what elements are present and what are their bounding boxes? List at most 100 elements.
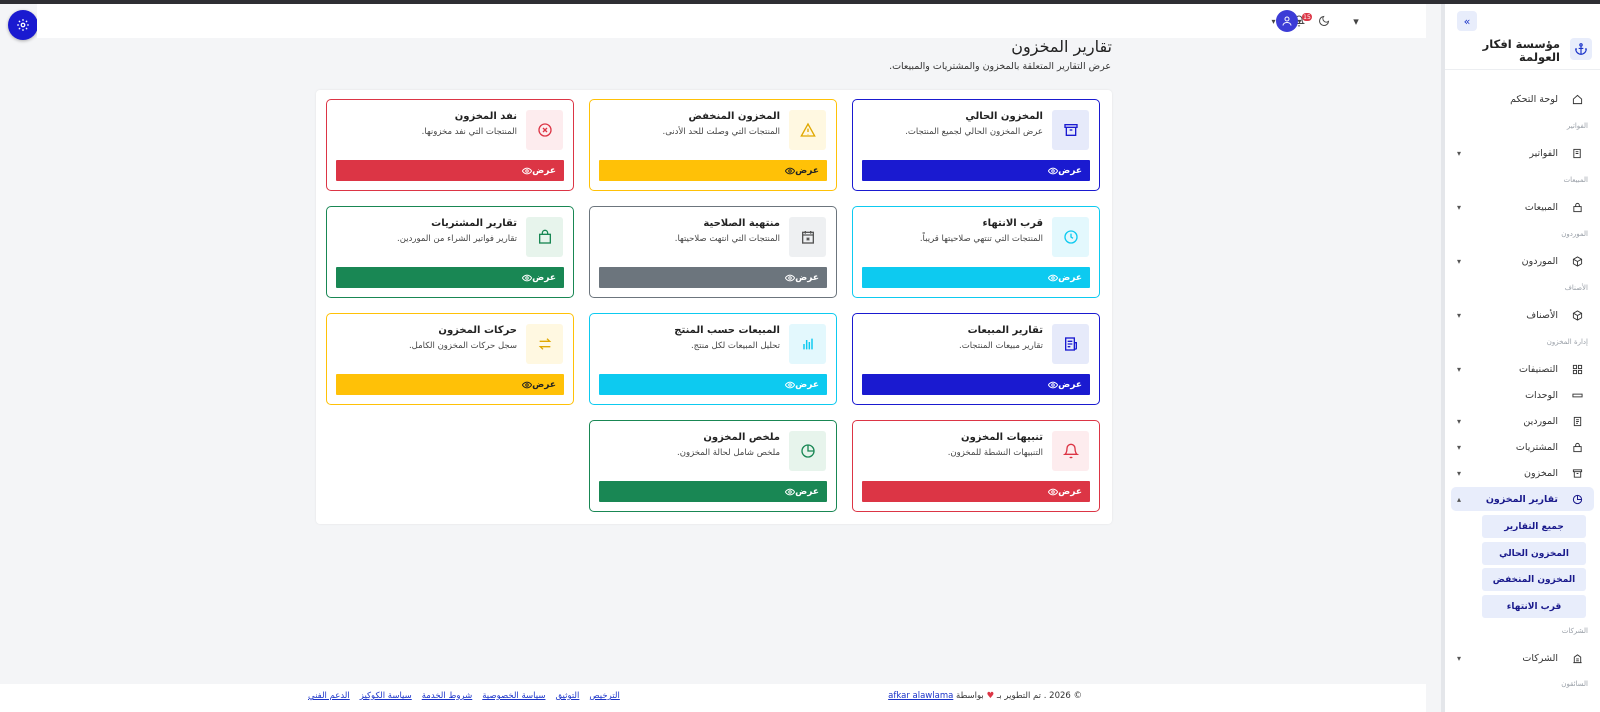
sidebar-item-companies[interactable]: الشركات ▾ [1445, 647, 1600, 669]
box-icon [1570, 308, 1584, 322]
card-title: قرب الانتهاء [982, 218, 1043, 229]
view-button[interactable]: عرض [336, 267, 564, 288]
home-icon [1570, 92, 1584, 106]
chevron-down-icon: ▾ [1457, 442, 1462, 452]
footer-link-privacy[interactable]: سياسة الخصوصية [482, 691, 545, 701]
footer-copyright: © 2026 . تم التطوير بـ ♥ بواسطة afkar al… [888, 691, 1082, 701]
report-card-purchases: تقارير المشتريات تقارير فواتير الشراء من… [326, 206, 574, 298]
eye-icon [785, 487, 796, 497]
dropdown-caret[interactable]: ▾ [1349, 10, 1363, 32]
view-button-label: عرض [532, 272, 556, 283]
sidebar-item-label: الفواتير [1529, 147, 1558, 159]
x-circle-icon [526, 110, 563, 150]
sidebar-item-units[interactable]: الوحدات [1445, 384, 1600, 406]
card-description: المنتجات التي وصلت للحد الأدنى. [662, 127, 780, 137]
sidebar-item-purchases[interactable]: المشتريات ▾ [1445, 436, 1600, 458]
chevron-down-icon: ▾ [1457, 310, 1462, 320]
card-description: المنتجات التي تنتهي صلاحيتها قريباً. [919, 234, 1043, 244]
sidebar-item-label: تقارير المخزون [1485, 493, 1558, 505]
view-button-label: عرض [795, 486, 819, 497]
card-description: تحليل المبيعات لكل منتج. [690, 341, 780, 351]
user-menu-button[interactable]: ▾ ▾ [1268, 10, 1304, 32]
sidebar-item-invoices[interactable]: الفواتير ▾ [1445, 142, 1600, 164]
view-button[interactable]: عرض [599, 374, 827, 395]
heart-icon: ♥ [986, 691, 995, 701]
section-label-sales: المبيعات [1563, 176, 1588, 184]
report-card-near-expiry: قرب الانتهاء المنتجات التي تنتهي صلاحيته… [852, 206, 1100, 298]
footer-link-support[interactable]: الدعم الفني [308, 691, 350, 701]
sidebar-subitem-current-stock[interactable]: المخزون الحالي [1482, 542, 1586, 565]
view-button-label: عرض [532, 165, 556, 176]
ruler-icon [1570, 388, 1584, 402]
avatar [1275, 10, 1298, 32]
eye-icon [522, 166, 533, 176]
sidebar-item-label: الوحدات [1525, 389, 1558, 401]
page-subtitle: عرض التقارير المتعلقة بالمخزون والمشتريا… [889, 61, 1111, 72]
sidebar-subitem-low-stock[interactable]: المخزون المنخفض [1482, 568, 1586, 591]
sidebar-item-dashboard[interactable]: لوحة التحكم [1445, 88, 1600, 110]
archive-icon [1052, 110, 1089, 150]
sidebar-item-label: لوحة التحكم [1510, 93, 1558, 105]
view-button-label: عرض [1058, 165, 1082, 176]
view-button[interactable]: عرض [862, 374, 1090, 395]
gear-icon [17, 19, 29, 31]
sidebar-item-label: الأصناف [1526, 309, 1558, 321]
sidebar-subitem-near-expiry[interactable]: قرب الانتهاء [1482, 595, 1586, 618]
footer-link-cookies[interactable]: سياسة الكوكيز [360, 691, 412, 701]
brand-name: مؤسسة افكار العولمة [1482, 37, 1560, 64]
footer-link-license[interactable]: الترخيص [589, 691, 619, 701]
sidebar-item-label: المشتريات [1515, 441, 1558, 453]
card-description: ملخص شامل لحالة المخزون. [677, 448, 780, 458]
footer: © 2026 . تم التطوير بـ ♥ بواسطة afkar al… [0, 684, 1426, 712]
eye-icon [522, 273, 533, 283]
view-button[interactable]: عرض [599, 481, 827, 502]
user-icon [1282, 16, 1291, 26]
lock-bag-icon [1570, 200, 1584, 214]
chevron-down-icon: ▾ [1297, 16, 1302, 26]
sidebar-collapse-button[interactable]: » [1457, 11, 1477, 31]
card-title: حركات المخزون [438, 325, 517, 336]
pie-chart-icon [789, 431, 826, 471]
sidebar-item-inventory-reports[interactable]: تقارير المخزون ▴ [1451, 487, 1594, 511]
card-title: نفد المخزون [454, 111, 517, 122]
view-button[interactable]: عرض [599, 267, 827, 288]
view-button-label: عرض [1058, 486, 1082, 497]
eye-icon [522, 380, 533, 390]
footer-links: الترخيص التوثيق سياسة الخصوصية شروط الخد… [308, 691, 620, 701]
author-link[interactable]: afkar alawlama [888, 691, 953, 701]
view-button[interactable]: عرض [599, 160, 827, 181]
footer-link-docs[interactable]: التوثيق [555, 691, 579, 701]
view-button[interactable]: عرض [862, 267, 1090, 288]
sidebar-subitem-all-reports[interactable]: جميع التقارير [1482, 515, 1586, 538]
receipt-icon [1052, 324, 1089, 364]
report-card-stock-movements: حركات المخزون سجل حركات المخزون الكامل. … [326, 313, 574, 405]
bag-icon [526, 217, 563, 257]
sidebar-item-label: المخزون [1524, 467, 1558, 479]
warning-icon [789, 110, 826, 150]
sidebar-item-items[interactable]: الأصناف ▾ [1445, 304, 1600, 326]
chevron-up-icon: ▴ [1457, 494, 1462, 504]
arrows-exchange-icon [526, 324, 563, 364]
card-title: تقارير المبيعات [967, 325, 1043, 336]
section-label-companies: الشركات [1561, 627, 1588, 635]
sidebar-item-suppliers[interactable]: الموردون ▾ [1445, 250, 1600, 272]
page-title: تقارير المخزون [1011, 37, 1112, 56]
chevron-down-icon: ▾ [1457, 148, 1462, 158]
chevron-down-icon: ▾ [1457, 202, 1462, 212]
view-button[interactable]: عرض [862, 160, 1090, 181]
view-button[interactable]: عرض [336, 374, 564, 395]
sidebar-item-inventory[interactable]: المخزون ▾ [1445, 462, 1600, 484]
pie-chart-icon [1570, 492, 1584, 506]
sidebar-item-sales[interactable]: المبيعات ▾ [1445, 196, 1600, 218]
view-button[interactable]: عرض [862, 481, 1090, 502]
card-description: المنتجات التي نفد مخزونها. [421, 127, 517, 137]
theme-toggle-button[interactable] [1316, 10, 1332, 32]
settings-fab-button[interactable] [8, 10, 38, 40]
view-button-label: عرض [795, 165, 819, 176]
view-button[interactable]: عرض [336, 160, 564, 181]
sidebar-item-suppliers-list[interactable]: الموردين ▾ [1445, 410, 1600, 432]
footer-link-terms[interactable]: شروط الخدمة [422, 691, 473, 701]
view-button-label: عرض [1058, 379, 1082, 390]
sidebar-item-categories[interactable]: التصنيفات ▾ [1445, 358, 1600, 380]
sidebar: » مؤسسة افكار العولمة لوحة التحكم الفوات… [1441, 4, 1600, 712]
